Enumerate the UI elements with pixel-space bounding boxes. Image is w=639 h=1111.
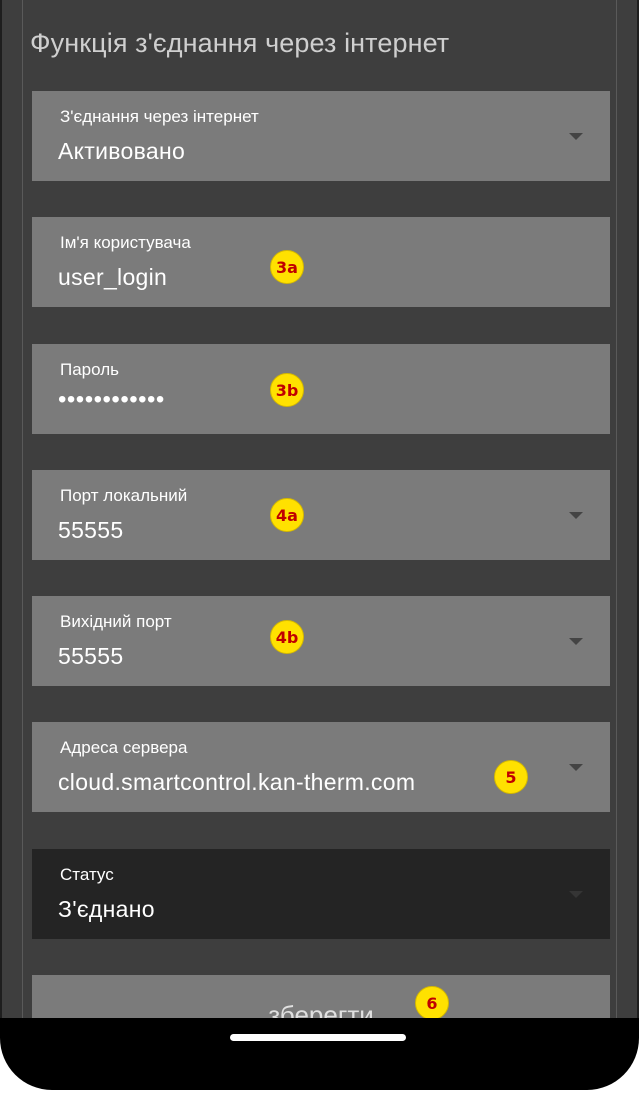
- chevron-down-icon[interactable]: [569, 638, 583, 645]
- right-border-line: [616, 0, 617, 1020]
- local-port-label: Порт локальний: [60, 486, 188, 505]
- settings-screen: Функція з'єднання через інтернет З'єднан…: [0, 0, 639, 1020]
- chevron-down-icon[interactable]: [569, 512, 583, 519]
- chevron-down-icon: [569, 891, 583, 898]
- phone-bottom-bezel: [0, 1018, 639, 1090]
- chevron-down-icon[interactable]: [569, 133, 583, 140]
- password-value[interactable]: ••••••••••••: [58, 386, 165, 414]
- server-address-select[interactable]: Адреса сервера cloud.smartcontrol.kan-th…: [32, 722, 610, 812]
- local-port-value: 55555: [58, 517, 124, 543]
- phone-frame: Функція з'єднання через інтернет З'єднан…: [0, 0, 639, 1111]
- password-field[interactable]: Пароль •••••••••••• 3b: [32, 344, 610, 434]
- internet-connection-select[interactable]: З'єднання через інтернет Активовано: [32, 91, 610, 181]
- local-port-select[interactable]: Порт локальний 55555 4a: [32, 470, 610, 560]
- username-value[interactable]: user_login: [58, 264, 167, 291]
- internet-connection-value: Активовано: [58, 138, 186, 164]
- annotation-badge-3a: 3a: [270, 250, 304, 284]
- home-indicator[interactable]: [230, 1034, 406, 1041]
- section-title: Функція з'єднання через інтернет: [30, 28, 450, 58]
- outgoing-port-select[interactable]: Вихідний порт 55555 4b: [32, 596, 610, 686]
- annotation-badge-4a: 4a: [270, 498, 304, 532]
- status-field: Статус З'єднано: [32, 849, 610, 939]
- username-field[interactable]: Ім'я користувача user_login 3a: [32, 217, 610, 307]
- annotation-badge-5: 5: [494, 760, 528, 794]
- annotation-badge-4b: 4b: [270, 620, 304, 654]
- left-border-line: [22, 0, 23, 1020]
- save-button[interactable]: зберегти: [32, 975, 610, 1020]
- internet-connection-label: З'єднання через інтернет: [60, 107, 259, 126]
- outgoing-port-value: 55555: [58, 643, 124, 669]
- server-address-label: Адреса сервера: [60, 738, 188, 757]
- status-value: З'єднано: [58, 896, 155, 922]
- status-label: Статус: [60, 865, 114, 884]
- chevron-down-icon[interactable]: [569, 764, 583, 771]
- annotation-badge-6: 6: [415, 986, 449, 1020]
- annotation-badge-3b: 3b: [270, 373, 304, 407]
- username-label: Ім'я користувача: [60, 233, 191, 252]
- outgoing-port-label: Вихідний порт: [60, 612, 172, 631]
- server-address-value: cloud.smartcontrol.kan-therm.com: [58, 769, 416, 795]
- password-label: Пароль: [60, 360, 119, 379]
